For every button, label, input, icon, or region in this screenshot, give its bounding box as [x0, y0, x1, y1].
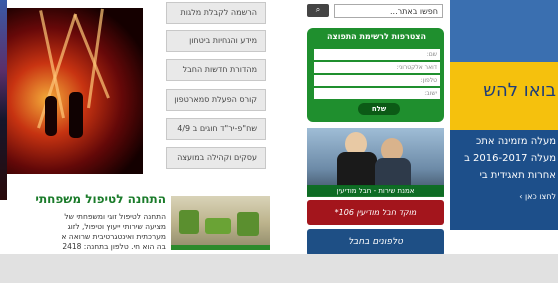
- phones-banner[interactable]: טלפונים בחבל: [307, 229, 444, 256]
- call-center-banner[interactable]: מוקד חבל מודיעין 106*: [307, 200, 444, 225]
- side-ad-image: [450, 0, 558, 62]
- menu-item-scholarships[interactable]: הרשמה לקבלת מלגות: [166, 2, 266, 24]
- menu-item-classes[interactable]: שח"פ-יר"ד חוגים ב 4/9: [166, 118, 266, 140]
- article-image[interactable]: [171, 196, 270, 250]
- bottom-bar: [0, 254, 558, 283]
- search-input[interactable]: חפשו באתר...: [334, 4, 443, 18]
- name-field[interactable]: שם:: [314, 49, 440, 60]
- article-text-line: מציעה שירותי ייעוץ וטיפול, לזוג: [67, 222, 166, 231]
- left-edge-image: [0, 0, 7, 200]
- side-ad-line: מעלה 2016-2017 ב: [464, 153, 556, 164]
- side-ad-line: אחרות תאגידית בי: [479, 170, 556, 181]
- search-button[interactable]: ⌕: [307, 4, 329, 17]
- article-image-bar: [171, 245, 270, 250]
- article-text-line: התחנה לטיפול זוגי ומשפחתי של: [64, 212, 166, 221]
- settlement-field[interactable]: ישוב:: [314, 88, 440, 99]
- subscribe-title: הצטרפות לרשימת התפוצה: [326, 32, 427, 41]
- article-text-line: מערכתית ואינטגרטיבית שרואה א: [61, 232, 166, 241]
- menu-item-security[interactable]: מידע והנחיות ביטחון: [166, 30, 266, 52]
- menu-item-business[interactable]: עסקים וקהילה במועצה: [166, 147, 266, 169]
- search-icon: ⌕: [315, 5, 321, 14]
- menu-item-smartphone-course[interactable]: קורס הפעלת סמארטפון: [166, 89, 266, 111]
- concert-photo[interactable]: [7, 8, 143, 174]
- side-ad-link[interactable]: לחצו כאן ›: [452, 192, 556, 201]
- article-text-line: בה הוא חי. טלפון בתחנה: 2418: [62, 242, 166, 251]
- email-field[interactable]: דואר אלקטרוני:: [314, 62, 440, 73]
- side-ad-headline: בואו להש: [483, 80, 556, 101]
- photo-caption: אמנת שירות - חבל מודיעין: [307, 185, 444, 197]
- article-heading[interactable]: התחנה לטיפול משפחתי: [6, 192, 166, 208]
- side-ad-line: מעלה מזמינה אתכ: [476, 136, 556, 147]
- send-button[interactable]: שלח: [358, 103, 400, 115]
- phone-field[interactable]: טלפון:: [314, 75, 440, 86]
- menu-item-news[interactable]: מהדורת חדשות החבל: [166, 59, 266, 81]
